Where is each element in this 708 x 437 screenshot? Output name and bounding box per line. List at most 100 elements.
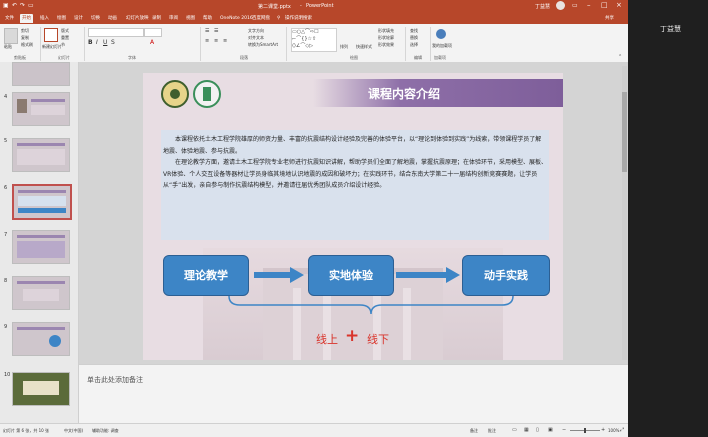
slide-thumbnail[interactable] xyxy=(12,372,70,406)
zoom-level[interactable]: 100% xyxy=(608,428,619,433)
italic-icon[interactable]: I xyxy=(96,39,98,46)
underline-icon[interactable]: U xyxy=(103,39,107,46)
tab-transitions[interactable]: 切换 xyxy=(89,14,102,23)
new-slide-icon[interactable] xyxy=(44,28,58,42)
accessibility-status[interactable]: 辅助功能: 调查 xyxy=(92,428,119,434)
arrow-right-icon xyxy=(254,267,304,283)
reset-button[interactable]: 重置 xyxy=(61,35,69,41)
slide-heading: 课程内容介绍 xyxy=(368,87,441,101)
zoom-in-icon[interactable]: + xyxy=(601,427,605,433)
tab-insert[interactable]: 插入 xyxy=(38,14,51,23)
save-icon[interactable]: ▣ xyxy=(3,2,9,9)
undo-icon[interactable]: ↶ xyxy=(12,2,17,9)
tab-help[interactable]: 帮助 xyxy=(201,14,214,23)
copy-button[interactable]: 复制 xyxy=(21,35,29,41)
quick-styles-button[interactable]: 快速样式 xyxy=(356,44,372,50)
scrollbar-thumb[interactable] xyxy=(622,92,627,172)
paste-button[interactable]: 粘贴 xyxy=(4,44,12,50)
notes-placeholder[interactable]: 单击此处添加备注 xyxy=(87,375,143,385)
layout-button[interactable]: 版式 xyxy=(61,28,69,34)
cut-button[interactable]: 剪切 xyxy=(21,28,29,34)
slide-thumbnail-selected[interactable] xyxy=(12,184,72,220)
tell-me-search[interactable]: 操作说明搜索 xyxy=(283,14,314,23)
font-name-dropdown[interactable] xyxy=(88,28,144,37)
smartart-button[interactable]: 转换为SmartArt xyxy=(248,42,278,48)
paste-icon[interactable] xyxy=(4,28,18,44)
slideshow-icon[interactable]: ▣ xyxy=(548,427,553,433)
zoom-out-icon[interactable]: − xyxy=(562,427,566,433)
tab-view[interactable]: 视图 xyxy=(184,14,197,23)
tab-file[interactable]: 文件 xyxy=(3,14,16,23)
text-direction-button[interactable]: 文字方向 xyxy=(248,28,264,34)
replace-button[interactable]: 替换 xyxy=(410,35,418,41)
group-label-paragraph: 段落 xyxy=(240,55,248,60)
align-right-icon[interactable]: ≡ xyxy=(223,38,227,44)
shadow-icon[interactable]: S xyxy=(111,39,115,46)
normal-view-icon[interactable]: ▭ xyxy=(512,427,517,433)
flow-box-practice[interactable]: 动手实践 xyxy=(462,255,550,296)
thumb-line xyxy=(17,143,65,146)
language-indicator[interactable]: 中文(中国) xyxy=(64,428,83,434)
close-icon[interactable]: × xyxy=(616,1,622,9)
font-color-icon[interactable]: A xyxy=(150,39,154,46)
new-slide-button[interactable]: 新建幻灯片 xyxy=(42,44,62,50)
fit-to-window-icon[interactable]: ⤢ xyxy=(620,427,624,433)
flow-box-theory[interactable]: 理论教学 xyxy=(163,255,249,296)
ribbon-display-icon[interactable]: ▭ xyxy=(572,2,578,9)
tab-record[interactable]: 录制 xyxy=(150,14,163,23)
tab-draw[interactable]: 绘图 xyxy=(55,14,68,23)
zoom-slider-handle[interactable] xyxy=(584,428,586,433)
slide-number: 9 xyxy=(4,324,8,330)
format-painter-button[interactable]: 格式刷 xyxy=(21,42,33,48)
slide-thumbnail[interactable] xyxy=(12,230,70,264)
bullets-icon[interactable]: ☰ xyxy=(205,28,209,34)
notes-button[interactable]: 备注 xyxy=(470,428,478,434)
section-button[interactable]: 节 xyxy=(61,42,65,48)
redo-icon[interactable]: ↷ xyxy=(20,2,25,9)
align-center-icon[interactable]: ≡ xyxy=(214,38,218,44)
bracket-connector xyxy=(228,295,514,315)
tab-animations[interactable]: 动画 xyxy=(106,14,119,23)
shape-fill-button[interactable]: 形状填充 xyxy=(378,28,394,34)
notes-pane[interactable]: 单击此处添加备注 xyxy=(79,364,628,424)
select-button[interactable]: 选择 xyxy=(410,42,418,48)
bold-icon[interactable]: B xyxy=(88,39,93,46)
reading-view-icon[interactable]: ▯ xyxy=(536,427,539,433)
align-left-icon[interactable]: ≡ xyxy=(205,38,209,44)
slide-thumbnail[interactable] xyxy=(12,276,70,310)
search-icon[interactable]: ⚲ xyxy=(275,14,282,23)
start-presentation-icon[interactable]: ▭ xyxy=(28,2,34,9)
my-addins-button[interactable]: 我的加载项 xyxy=(432,43,452,49)
tab-slideshow[interactable]: 幻灯片放映 xyxy=(124,14,151,23)
shape-effects-button[interactable]: 形状效果 xyxy=(378,42,394,48)
slide-number: 10 xyxy=(4,372,11,378)
body-textbox[interactable]: 本课程依托土木工程学院雄厚的师资力量、丰富的抗震结构设计经验及完善的体验平台，以… xyxy=(161,130,549,240)
tab-design[interactable]: 设计 xyxy=(72,14,85,23)
slide-sorter-icon[interactable]: ▦ xyxy=(524,427,529,433)
slide-thumbnail[interactable] xyxy=(12,138,70,172)
ribbon: 粘贴 剪切 复制 格式刷 剪贴板 新建幻灯片 版式 重置 节 幻灯片 B I U… xyxy=(0,24,628,63)
arrange-button[interactable]: 排列 xyxy=(340,44,348,50)
shape-outline-button[interactable]: 形状轮廓 xyxy=(378,35,394,41)
ribbon-tabs: 文件 开始 插入 绘图 设计 切换 动画 幻灯片放映 录制 审阅 视图 帮助 O… xyxy=(0,12,628,24)
thumb-line xyxy=(18,190,66,193)
shapes-gallery[interactable]: ▭○△⌒⇨☐ ⌐⌒{}☆⇧ ⟨⟩∠⌒◇▷ xyxy=(291,28,337,52)
slide-thumbnail[interactable] xyxy=(12,92,70,126)
tab-review[interactable]: 审阅 xyxy=(167,14,180,23)
comments-button[interactable]: 批注 xyxy=(488,428,496,434)
font-size-dropdown[interactable] xyxy=(144,28,162,37)
collapse-ribbon-icon[interactable]: ⌃ xyxy=(618,54,622,60)
find-button[interactable]: 查找 xyxy=(410,28,418,34)
tab-home[interactable]: 开始 xyxy=(20,14,33,23)
slide-thumbnail[interactable] xyxy=(12,322,70,356)
addins-icon[interactable] xyxy=(436,29,446,39)
avatar[interactable] xyxy=(556,1,565,10)
user-name[interactable]: 丁益慧 xyxy=(535,3,550,10)
numbering-icon[interactable]: ☰ xyxy=(214,28,218,34)
align-text-button[interactable]: 对齐文本 xyxy=(248,35,264,41)
minimize-icon[interactable]: – xyxy=(587,1,591,9)
share-button[interactable]: 共享 xyxy=(603,14,616,23)
slide-thumbnail-partial[interactable] xyxy=(12,62,70,86)
maximize-icon[interactable]: □ xyxy=(601,1,608,9)
tab-baidu[interactable]: 百度网盘 xyxy=(250,14,272,23)
